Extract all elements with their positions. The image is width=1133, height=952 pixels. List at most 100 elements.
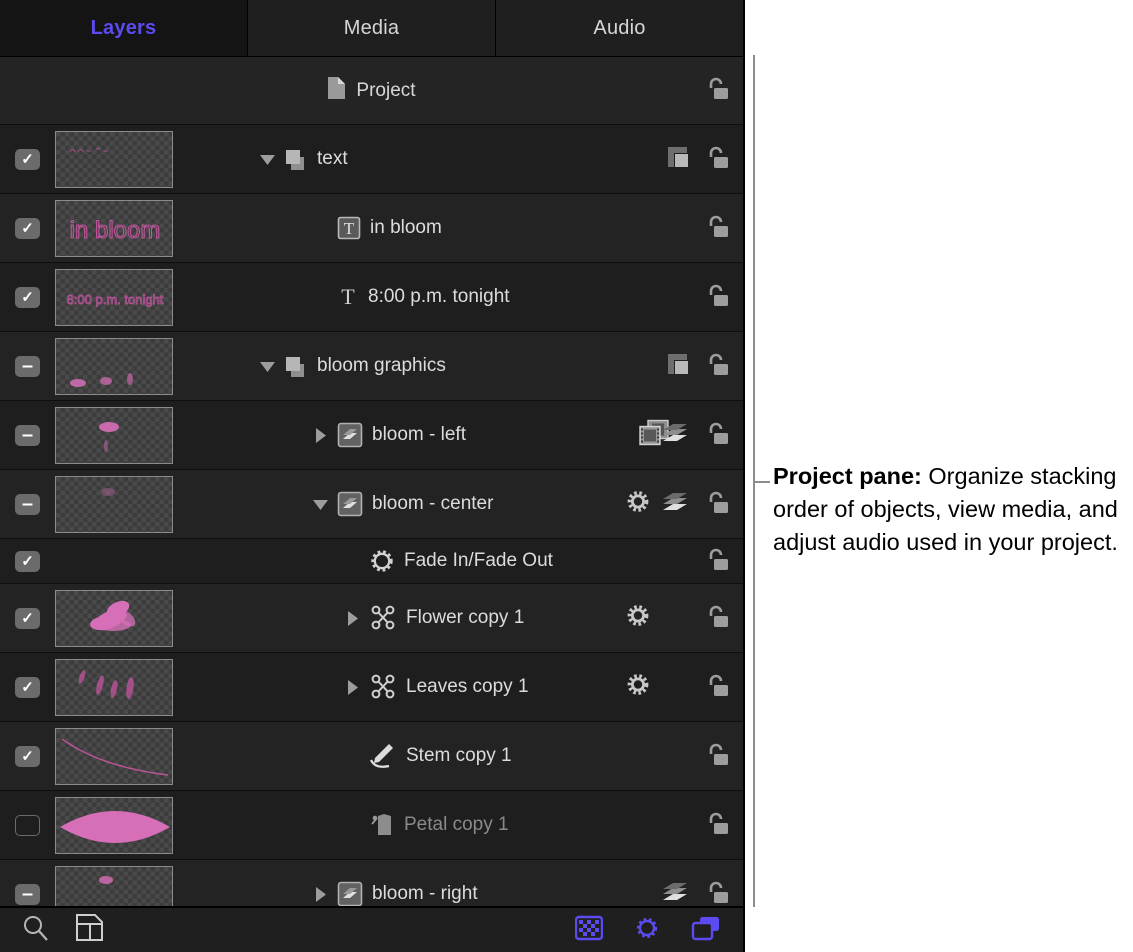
pane-toolbar bbox=[0, 906, 743, 952]
unlock-icon[interactable] bbox=[703, 214, 729, 243]
gear-icon[interactable] bbox=[625, 672, 651, 703]
checkerboard-icon[interactable] bbox=[575, 914, 603, 947]
svg-text:in bloom: in bloom bbox=[70, 217, 161, 244]
gear-icon[interactable] bbox=[625, 489, 651, 520]
disclosure-spacer bbox=[345, 818, 360, 833]
unlock-icon[interactable] bbox=[703, 673, 729, 702]
visibility-checkbox[interactable] bbox=[15, 815, 40, 836]
layer-row-right-icons bbox=[703, 194, 743, 262]
unlock-icon[interactable] bbox=[703, 604, 729, 633]
layer-row[interactable]: ✓ Flower copy 1 bbox=[0, 584, 743, 653]
layer-thumbnail-cell bbox=[55, 728, 180, 785]
layer-name-cell: T8:00 p.m. tonight bbox=[180, 263, 743, 331]
visibility-checkbox[interactable]: ✓ bbox=[15, 608, 40, 629]
unlock-icon[interactable] bbox=[703, 547, 729, 576]
mask-icon[interactable] bbox=[667, 145, 689, 174]
emitter-icon bbox=[369, 604, 397, 632]
layer-thumbnail-cell bbox=[55, 338, 180, 395]
visibility-checkbox[interactable]: ✓ bbox=[15, 551, 40, 572]
tab-layers[interactable]: Layers bbox=[0, 0, 248, 56]
layer-row[interactable]: ✓Leaves copy 1 bbox=[0, 653, 743, 722]
visibility-checkbox[interactable]: – bbox=[15, 425, 40, 446]
gear-icon[interactable] bbox=[625, 603, 651, 634]
layer-thumbnail-cell bbox=[55, 407, 180, 464]
layer-row[interactable]: ✓ in bloom Tin bloom bbox=[0, 194, 743, 263]
visibility-checkbox[interactable]: ✓ bbox=[15, 149, 40, 170]
unlock-icon[interactable] bbox=[703, 490, 729, 519]
layer-list: ✓text✓in bloomTin bloom✓8:00 p.m. tonigh… bbox=[0, 125, 743, 929]
visibility-checkbox[interactable]: ✓ bbox=[15, 746, 40, 767]
layer-row[interactable]: ✓ Fade In/Fade Out bbox=[0, 539, 743, 584]
layer-thumbnail bbox=[55, 131, 173, 188]
layers-icon[interactable] bbox=[661, 881, 689, 908]
layer-row[interactable]: –bloom - left bbox=[0, 401, 743, 470]
disclosure-triangle-icon[interactable] bbox=[260, 359, 275, 374]
layer-name-label: Flower copy 1 bbox=[406, 607, 524, 629]
text-icon: T bbox=[337, 285, 359, 309]
visibility-checkbox[interactable]: ✓ bbox=[15, 287, 40, 308]
tab-audio[interactable]: Audio bbox=[496, 0, 743, 56]
layer-visibility-cell: ✓ bbox=[0, 746, 55, 767]
paint-stroke-icon bbox=[369, 742, 397, 770]
layer-row-right-icons bbox=[703, 263, 743, 331]
text-boxed-icon: T bbox=[337, 216, 361, 240]
gear-icon[interactable] bbox=[633, 914, 661, 947]
screenshot-root: Layers Media Audio Project bbox=[0, 0, 1133, 952]
windows-icon[interactable] bbox=[691, 914, 721, 947]
disclosure-triangle-icon[interactable] bbox=[313, 497, 328, 512]
unlock-icon[interactable] bbox=[703, 421, 729, 450]
layer-row-right-icons bbox=[703, 791, 743, 859]
layer-row[interactable]: Petal copy 1 bbox=[0, 791, 743, 860]
visibility-checkbox[interactable]: – bbox=[15, 884, 40, 905]
callout-text: Project pane: Organize stacking order of… bbox=[773, 460, 1125, 559]
layer-thumbnail bbox=[55, 797, 173, 854]
unlock-icon[interactable] bbox=[703, 811, 729, 840]
visibility-checkbox[interactable]: ✓ bbox=[15, 218, 40, 239]
layer-name-cell: Petal copy 1 bbox=[180, 791, 743, 859]
layer-thumbnail bbox=[55, 728, 173, 785]
layer-name-label: Fade In/Fade Out bbox=[404, 550, 553, 572]
disclosure-spacer bbox=[345, 749, 360, 764]
layer-row[interactable]: ✓ 8:00 p.m. tonightT8:00 p.m. tonight bbox=[0, 263, 743, 332]
layer-name-cell: Tin bloom bbox=[180, 194, 743, 262]
project-root-row[interactable]: Project bbox=[0, 57, 743, 125]
unlock-icon[interactable] bbox=[703, 352, 729, 381]
layer-row[interactable]: ✓ Stem copy 1 bbox=[0, 722, 743, 791]
layer-row-right-icons bbox=[661, 401, 743, 469]
layer-row-right-icons bbox=[703, 653, 743, 721]
search-icon[interactable] bbox=[22, 914, 49, 946]
unlock-icon[interactable] bbox=[703, 76, 729, 105]
replicator-icon bbox=[337, 491, 363, 517]
disclosure-triangle-icon[interactable] bbox=[313, 428, 328, 443]
unlock-icon[interactable] bbox=[703, 880, 729, 909]
disclosure-triangle-icon[interactable] bbox=[260, 152, 275, 167]
disclosure-triangle-icon[interactable] bbox=[345, 680, 360, 695]
disclosure-triangle-icon[interactable] bbox=[313, 887, 328, 902]
layer-thumbnail-cell bbox=[55, 476, 180, 533]
layer-row[interactable]: ✓text bbox=[0, 125, 743, 194]
svg-text:T: T bbox=[344, 219, 355, 238]
unlock-icon[interactable] bbox=[703, 283, 729, 312]
tab-media[interactable]: Media bbox=[248, 0, 496, 56]
layer-name-cell: Flower copy 1 bbox=[180, 584, 743, 652]
layers-icon[interactable] bbox=[661, 422, 689, 449]
disclosure-triangle-icon[interactable] bbox=[345, 611, 360, 626]
visibility-checkbox[interactable]: – bbox=[15, 494, 40, 515]
layers-icon[interactable] bbox=[661, 491, 689, 518]
unlock-icon[interactable] bbox=[703, 742, 729, 771]
behavior-gear-icon bbox=[369, 548, 395, 574]
mask-icon[interactable] bbox=[667, 352, 689, 381]
visibility-checkbox[interactable]: – bbox=[15, 356, 40, 377]
layer-name-cell: Stem copy 1 bbox=[180, 722, 743, 790]
layer-row[interactable]: – bloom - center bbox=[0, 470, 743, 539]
layout-icon[interactable] bbox=[75, 913, 104, 947]
layer-visibility-cell bbox=[0, 815, 55, 836]
layer-row[interactable]: –bloom graphics bbox=[0, 332, 743, 401]
layer-name-cell: bloom - center bbox=[180, 470, 743, 538]
layer-row-right-icons bbox=[667, 125, 743, 193]
unlock-icon[interactable] bbox=[703, 145, 729, 174]
visibility-checkbox[interactable]: ✓ bbox=[15, 677, 40, 698]
layer-thumbnail bbox=[55, 407, 173, 464]
layer-thumbnail: 8:00 p.m. tonight bbox=[55, 269, 173, 326]
layer-visibility-cell: ✓ bbox=[0, 608, 55, 629]
